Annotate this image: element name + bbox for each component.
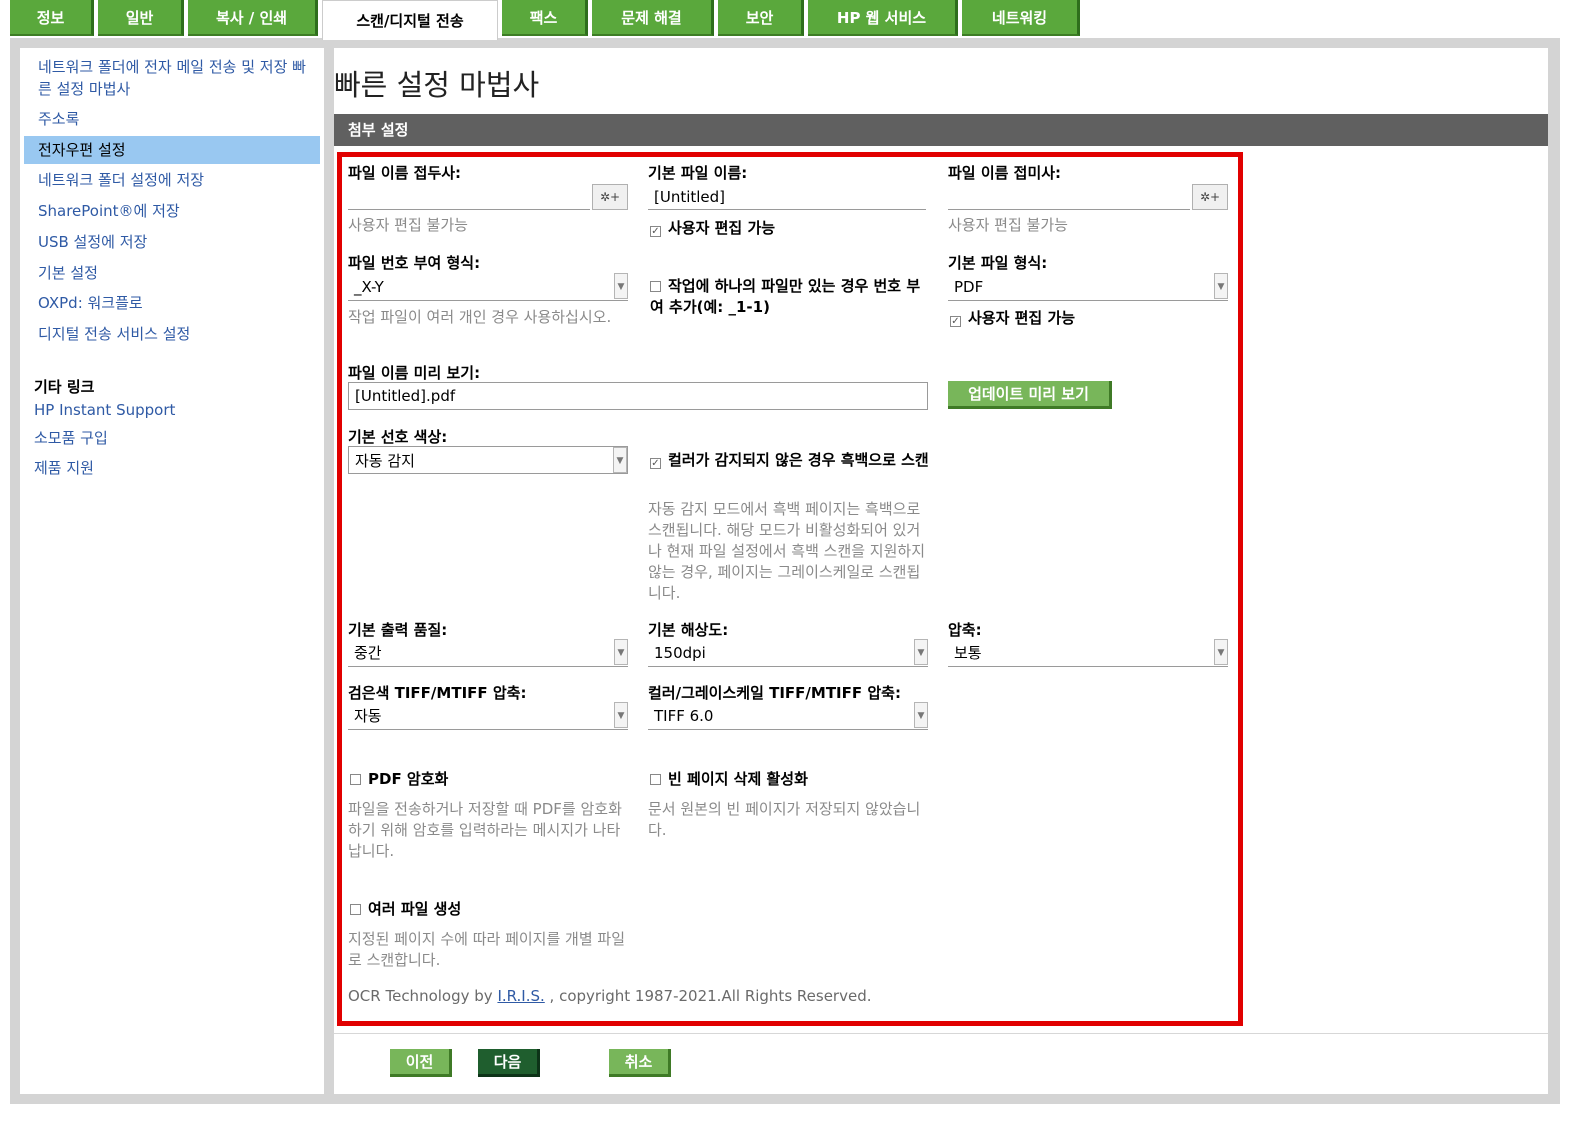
tab-scan-digital-send[interactable]: 스캔/디지털 전송 — [322, 0, 498, 40]
sidebar-item-default-settings[interactable]: 기본 설정 — [38, 262, 308, 284]
cancel-button[interactable]: 취소 — [609, 1049, 671, 1077]
footer-divider — [334, 1033, 1548, 1034]
sidebar-item-address-book[interactable]: 주소록 — [38, 108, 308, 130]
tab-networking[interactable]: 네트워킹 — [962, 0, 1080, 36]
link-buy-supplies[interactable]: 소모품 구입 — [34, 427, 108, 448]
other-links-heading: 기타 링크 — [34, 378, 95, 396]
tab-troubleshooting[interactable]: 문제 해결 — [592, 0, 714, 36]
tab-fax[interactable]: 팩스 — [502, 0, 588, 36]
prev-button[interactable]: 이전 — [390, 1049, 452, 1077]
app-window: 정보 일반 복사 / 인쇄 스캔/디지털 전송 팩스 문제 해결 보안 HP 웹… — [0, 0, 1588, 1125]
sidebar-item-oxpd-workflow[interactable]: OXPd: 워크플로 — [38, 292, 308, 314]
sidebar: 네트워크 폴더에 전자 메일 전송 및 저장 빠른 설정 마법사 주소록 전자우… — [20, 48, 324, 1094]
sidebar-item-sharepoint[interactable]: SharePoint®에 저장 — [38, 200, 308, 222]
sidebar-item-email-setup[interactable]: 전자우편 설정 — [24, 136, 320, 164]
highlight-box — [337, 152, 1243, 1026]
sidebar-item-quick-setup-wizard[interactable]: 네트워크 폴더에 전자 메일 전송 및 저장 빠른 설정 마법사 — [38, 56, 308, 100]
sidebar-item-usb[interactable]: USB 설정에 저장 — [38, 231, 308, 253]
link-product-support[interactable]: 제품 지원 — [34, 457, 94, 478]
tab-copy-print[interactable]: 복사 / 인쇄 — [188, 0, 318, 36]
link-hp-instant-support[interactable]: HP Instant Support — [34, 401, 175, 419]
tab-general[interactable]: 일반 — [98, 0, 184, 36]
top-tab-bar: 정보 일반 복사 / 인쇄 스캔/디지털 전송 팩스 문제 해결 보안 HP 웹… — [10, 0, 1084, 40]
section-header: 첨부 설정 — [334, 114, 1548, 146]
page-title: 빠른 설정 마법사 — [334, 68, 540, 102]
tab-security[interactable]: 보안 — [718, 0, 804, 36]
tab-hp-web-services[interactable]: HP 웹 서비스 — [808, 0, 958, 36]
sidebar-item-network-folder[interactable]: 네트워크 폴더 설정에 저장 — [38, 169, 308, 191]
sidebar-item-digital-send-service[interactable]: 디지털 전송 서비스 설정 — [38, 323, 308, 345]
next-button[interactable]: 다음 — [478, 1049, 540, 1077]
tab-info[interactable]: 정보 — [10, 0, 94, 36]
